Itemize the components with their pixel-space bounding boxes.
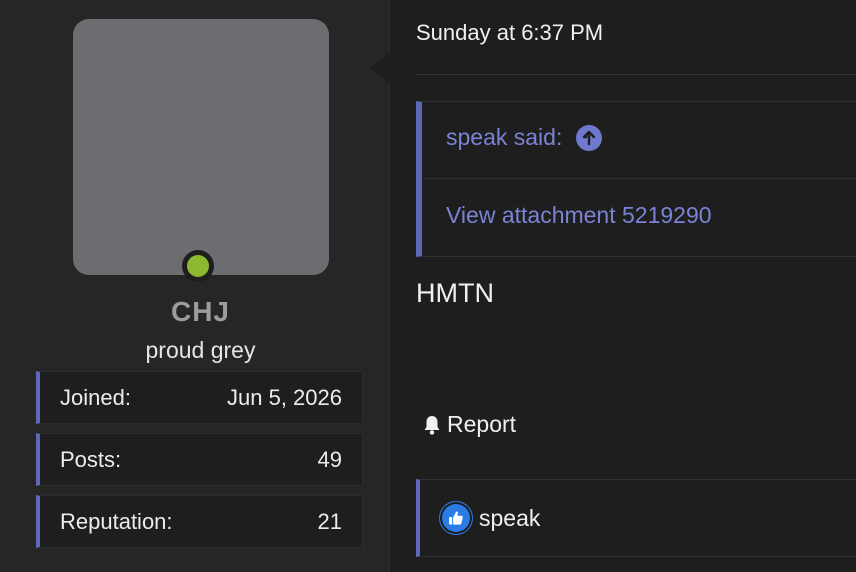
online-status-indicator	[182, 250, 214, 282]
quote-block: speak said: View attachment 5219290	[416, 101, 856, 257]
reaction-users[interactable]: speak	[479, 505, 540, 532]
quote-divider	[422, 178, 856, 179]
avatar[interactable]	[73, 19, 329, 275]
reaction-bar: speak	[416, 479, 856, 557]
panel-pointer	[370, 52, 390, 84]
stat-value: 21	[317, 508, 342, 534]
stat-value: 49	[317, 446, 342, 472]
thumbs-up-icon[interactable]	[442, 504, 470, 532]
stat-label: Posts:	[60, 446, 122, 472]
report-link[interactable]: Report	[420, 411, 516, 438]
arrow-up-circle-icon[interactable]	[576, 124, 603, 151]
stat-joined: Joined: Jun 5, 2026	[36, 371, 363, 424]
username[interactable]: CHJ	[0, 296, 401, 328]
bell-icon	[424, 415, 440, 435]
report-label[interactable]: Report	[447, 411, 516, 438]
post-date[interactable]: Sunday at 6:37 PM	[416, 20, 603, 46]
user-panel: CHJ proud grey Joined: Jun 5, 2026 Posts…	[0, 0, 390, 572]
user-title: proud grey	[145, 337, 256, 363]
quote-header[interactable]: speak said:	[446, 124, 603, 151]
quote-author[interactable]: speak said:	[446, 124, 562, 151]
attachment-link[interactable]: View attachment 5219290	[446, 202, 712, 229]
stat-value: Jun 5, 2026	[227, 384, 342, 410]
header-divider	[416, 74, 856, 75]
stat-label: Reputation:	[60, 508, 173, 534]
stat-reputation: Reputation: 21	[36, 495, 363, 548]
stat-label: Joined:	[60, 384, 131, 410]
post-message: HMTN	[416, 278, 494, 308]
stat-posts: Posts: 49	[36, 433, 363, 486]
